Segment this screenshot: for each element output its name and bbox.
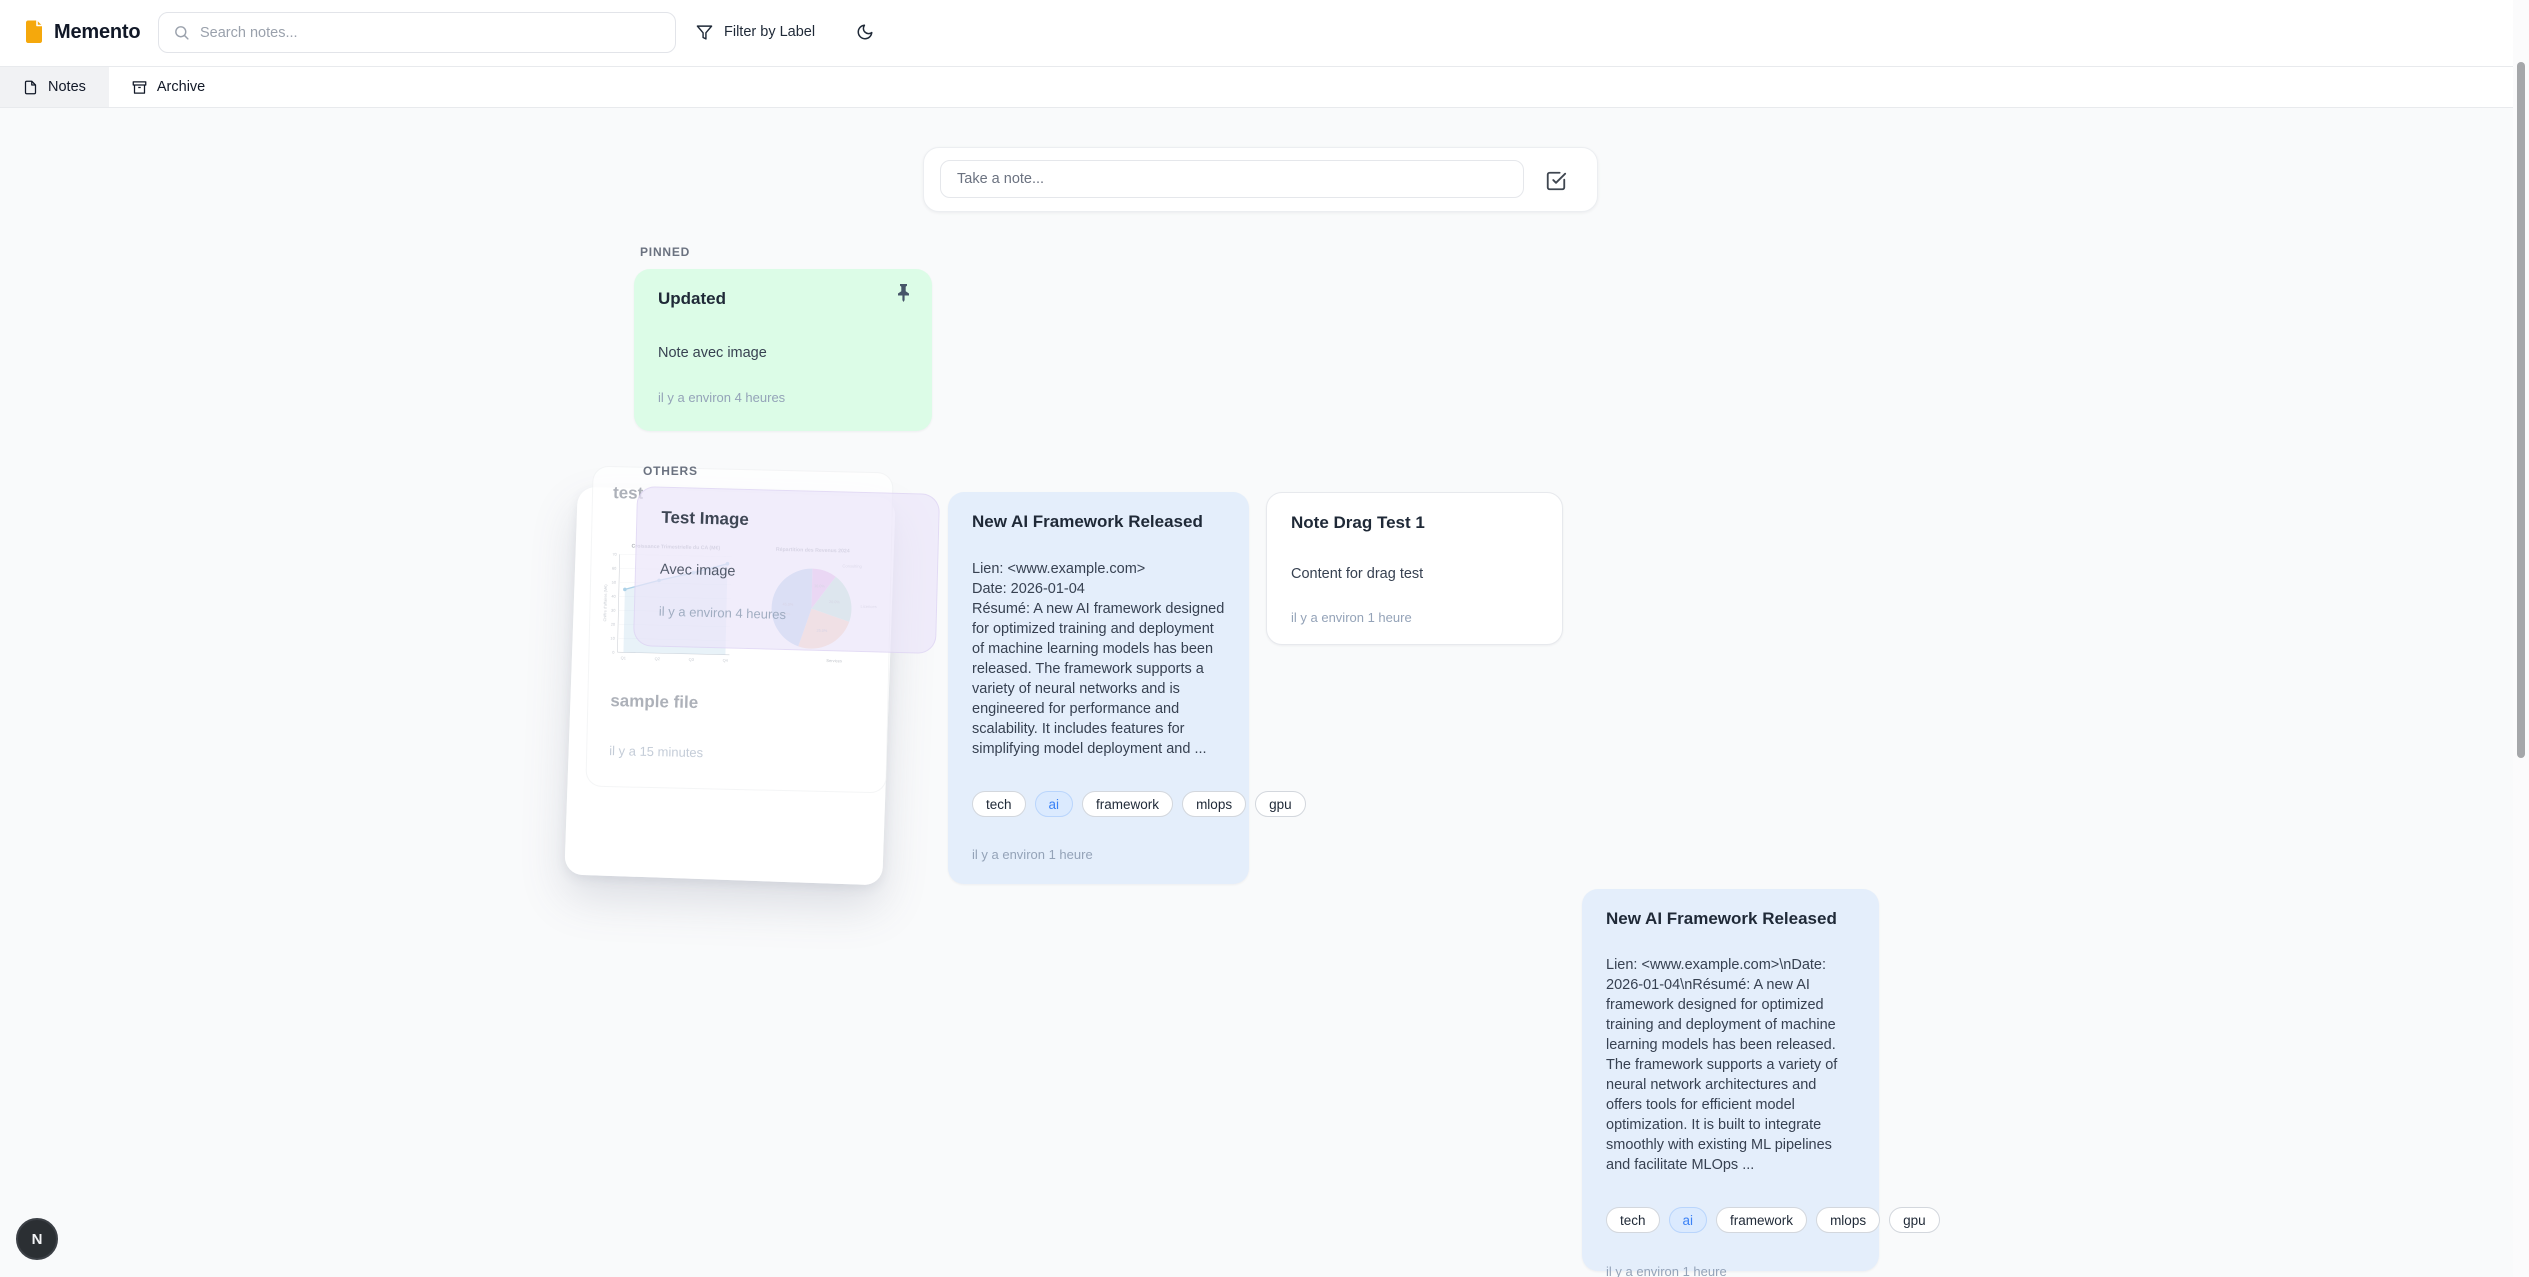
chart-ylabel: Chiffre d'affaires (M€) [602,584,608,622]
tab-archive[interactable]: Archive [109,67,228,107]
note-body: Avec image [660,560,913,587]
note-timestamp: il y a environ 1 heure [1291,610,1538,625]
note-title: New AI Framework Released [972,512,1225,532]
note-card-updated[interactable]: Updated Note avec image il y a environ 4… [634,269,932,431]
section-pinned-label: PINNED [640,245,690,259]
note-timestamp: il y a environ 1 heure [1606,1264,1855,1277]
filter-funnel-icon [696,24,713,41]
svg-text:Q1: Q1 [621,655,626,660]
moon-icon [856,23,874,41]
tags-row: tech ai framework mlops gpu [1606,1207,1855,1233]
take-a-note-input[interactable] [940,160,1524,198]
main-content: PINNED Updated Note avec image il y a en… [0,108,2513,1277]
tag-ai[interactable]: ai [1035,791,1074,817]
user-avatar[interactable]: N [16,1218,58,1260]
tab-notes-label: Notes [48,79,86,95]
note-card-test-image-overlay[interactable]: Test Image Avec image il y a environ 4 h… [633,486,940,654]
tag-mlops[interactable]: mlops [1182,791,1246,817]
app-window: Memento Filter by Label [0,0,2529,1277]
search-box[interactable] [158,12,676,53]
note-title: New AI Framework Released [1606,909,1855,929]
tag-framework[interactable]: framework [1082,791,1173,817]
note-card-drag-test-1[interactable]: Note Drag Test 1 Content for drag test i… [1266,492,1563,645]
tags-row: tech ai framework mlops gpu [972,791,1225,817]
tab-notes[interactable]: Notes [0,67,109,107]
svg-text:Services: Services [826,658,842,663]
app-title: Memento [54,21,140,44]
scrollbar-thumb[interactable] [2517,62,2525,758]
svg-text:Q3: Q3 [689,657,694,662]
note-timestamp: il y a environ 4 heures [658,390,908,405]
tag-ai[interactable]: ai [1669,1207,1708,1233]
tag-framework[interactable]: framework [1716,1207,1807,1233]
note-body: Note avec image [658,343,908,363]
note-card-ai-framework[interactable]: New AI Framework Released Lien: <www.exa… [948,492,1249,884]
pin-icon[interactable] [895,283,912,303]
svg-text:Q2: Q2 [655,656,660,661]
svg-text:Q4: Q4 [723,658,729,663]
tag-gpu[interactable]: gpu [1255,791,1306,817]
filter-by-label-button[interactable]: Filter by Label [688,13,823,51]
scrollbar-track[interactable] [2513,0,2529,1277]
note-timestamp: il y a 15 minutes [609,743,703,760]
search-icon [173,24,190,41]
note-file-icon [24,20,44,44]
tag-gpu[interactable]: gpu [1889,1207,1940,1233]
tab-archive-label: Archive [157,79,205,95]
tag-tech[interactable]: tech [972,791,1026,817]
note-title: Test Image [661,508,914,535]
note-timestamp: il y a environ 4 heures [659,604,912,626]
tag-tech[interactable]: tech [1606,1207,1660,1233]
archive-box-icon [132,80,147,95]
note-body: Lien: <www.example.com> Date: 2026-01-04… [972,559,1225,759]
note-title-sample-file: sample file [610,691,698,713]
note-title: Note Drag Test 1 [1291,513,1538,533]
section-others-label: OTHERS [643,464,698,478]
note-composer [923,147,1598,212]
note-card-ai-framework-floating[interactable]: New AI Framework Released Lien: <www.exa… [1582,889,1879,1271]
check-square-icon [1545,170,1567,192]
tag-mlops[interactable]: mlops [1816,1207,1880,1233]
note-body: Content for drag test [1291,564,1538,584]
note-timestamp: il y a environ 1 heure [972,847,1225,862]
avatar-initial: N [32,1231,43,1248]
dark-mode-toggle[interactable] [846,13,884,51]
note-body: Lien: <www.example.com>\nDate: 2026-01-0… [1606,955,1855,1175]
notes-file-icon [23,80,38,95]
search-input[interactable] [200,25,661,41]
add-checklist-button[interactable] [1541,166,1571,196]
tab-bar: Notes Archive [0,66,2513,108]
app-header: Memento Filter by Label [0,0,2513,66]
note-title: Updated [658,289,908,309]
filter-by-label-text: Filter by Label [724,24,815,40]
app-logo: Memento [24,20,140,44]
